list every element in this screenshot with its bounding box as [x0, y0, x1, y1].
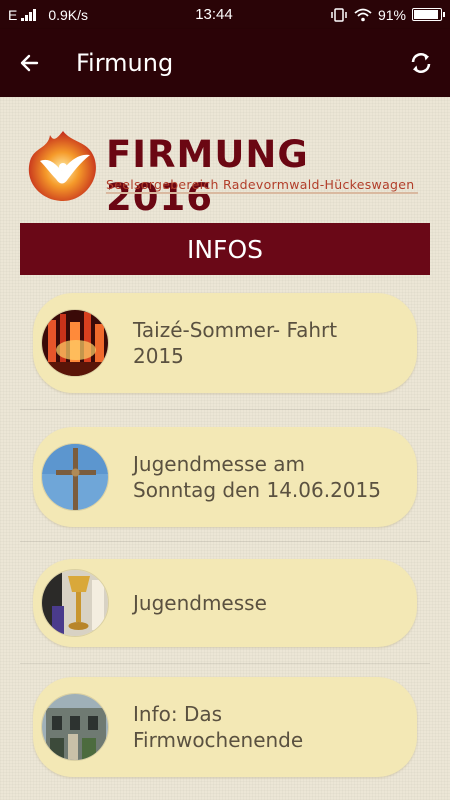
app-title: Firmung [76, 49, 174, 77]
list-item[interactable]: Jugendmesse am Sonntag den 14.06.2015 [33, 427, 417, 527]
battery-icon [412, 8, 445, 21]
status-right: 91% [330, 6, 445, 23]
list-item-label: Jugendmesse am Sonntag den 14.06.2015 [133, 452, 381, 502]
battery-percent: 91% [377, 6, 406, 23]
list-item[interactable]: Taizé-Sommer- Fahrt 2015 [33, 293, 417, 393]
vibrate-icon [331, 7, 347, 22]
app-bar: Firmung [0, 29, 450, 97]
refresh-icon [411, 53, 431, 73]
refresh-button[interactable] [392, 29, 450, 97]
status-left: E 0.9K/s [8, 7, 158, 23]
logo-title: FIRMUNG 2016 [106, 133, 309, 219]
list-item-label: Jugendmesse [133, 591, 267, 615]
dove-flame-icon [28, 131, 96, 201]
firmung-logo: FIRMUNG 2016 Seelsorgebereich Radevormwa… [24, 125, 424, 219]
candles-image [41, 309, 109, 377]
back-button[interactable] [0, 29, 58, 97]
content-area[interactable]: FIRMUNG 2016 Seelsorgebereich Radevormwa… [0, 97, 450, 800]
list-item-label: Info: Das Firmwochenende [133, 702, 304, 752]
wifi-icon [354, 8, 372, 21]
list-item[interactable]: Jugendmesse [33, 559, 417, 647]
status-time: 13:44 [195, 6, 233, 23]
network-type: E [8, 6, 18, 23]
cross-image [41, 443, 109, 511]
list-item-label: Taizé-Sommer- Fahrt 2015 [133, 318, 338, 368]
logo-subtitle: Seelsorgebereich Radevormwald-Hückeswage… [106, 177, 415, 192]
building-image [41, 693, 109, 761]
list-item[interactable]: Info: Das Firmwochenende [33, 677, 417, 777]
logo-underline [106, 192, 418, 194]
status-bar: E 0.9K/s 13:44 91% [0, 0, 450, 29]
divider [20, 541, 430, 542]
arrow-left-icon [20, 54, 39, 72]
divider [20, 663, 430, 664]
divider [20, 409, 430, 410]
signal-icon [21, 8, 37, 21]
network-speed: 0.9K/s [48, 6, 89, 23]
chalice-image [41, 569, 109, 637]
section-header-infos: INFOS [20, 223, 430, 275]
